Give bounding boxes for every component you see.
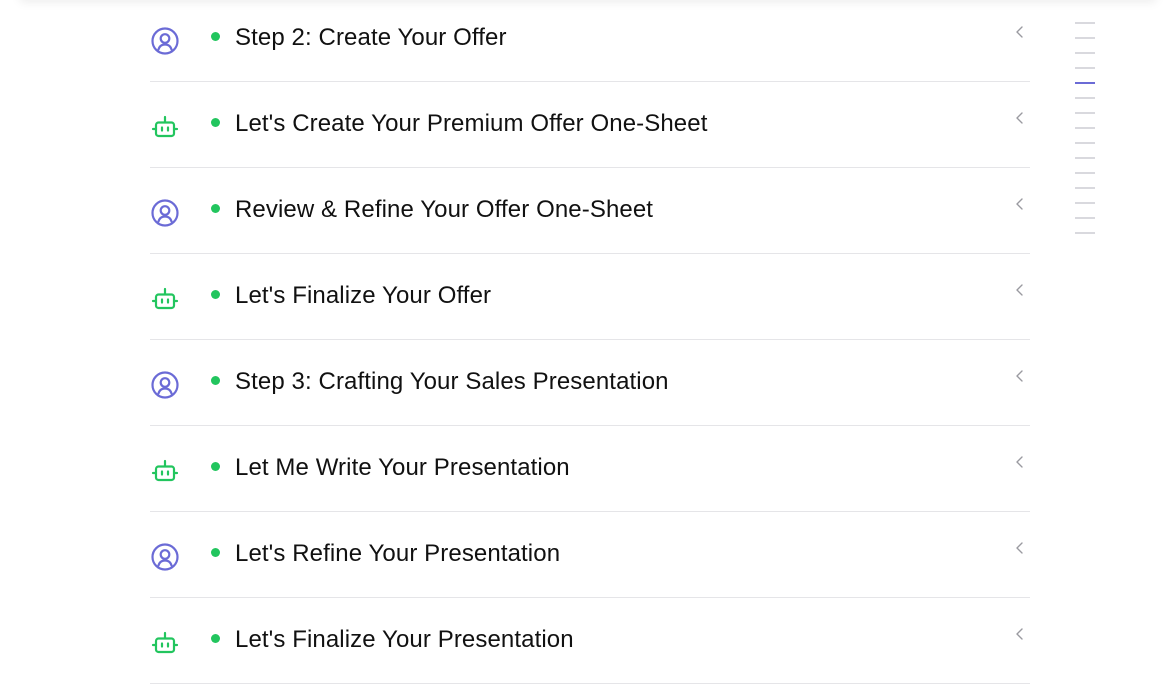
status-dot	[211, 118, 220, 127]
minimap-tick[interactable]	[1075, 157, 1095, 159]
step-row[interactable]: Let's Create Your Premium Offer One-Shee…	[150, 82, 1030, 168]
minimap-tick[interactable]	[1075, 232, 1095, 234]
minimap-tick-active[interactable]	[1075, 82, 1095, 84]
user-circle-icon	[150, 370, 180, 400]
minimap-tick[interactable]	[1075, 97, 1095, 99]
expand-chevron-icon[interactable]	[1012, 454, 1028, 470]
expand-chevron-icon[interactable]	[1012, 282, 1028, 298]
step-title: Let's Refine Your Presentation	[235, 540, 561, 567]
robot-icon	[150, 284, 180, 314]
minimap-tick[interactable]	[1075, 217, 1095, 219]
expand-chevron-icon[interactable]	[1012, 24, 1028, 40]
step-row[interactable]: Let's Refine Your Presentation	[150, 512, 1030, 598]
robot-icon	[150, 628, 180, 658]
expand-chevron-icon[interactable]	[1012, 626, 1028, 642]
status-dot	[211, 548, 220, 557]
minimap-tick[interactable]	[1075, 202, 1095, 204]
status-dot	[211, 290, 220, 299]
status-dot	[211, 32, 220, 41]
status-dot	[211, 462, 220, 471]
step-title: Let Me Write Your Presentation	[235, 454, 570, 481]
minimap-tick[interactable]	[1075, 37, 1095, 39]
minimap-tick[interactable]	[1075, 22, 1095, 24]
robot-icon	[150, 456, 180, 486]
expand-chevron-icon[interactable]	[1012, 368, 1028, 384]
minimap-tick[interactable]	[1075, 127, 1095, 129]
expand-chevron-icon[interactable]	[1012, 540, 1028, 556]
minimap-tick[interactable]	[1075, 142, 1095, 144]
status-dot	[211, 634, 220, 643]
step-row[interactable]: Let's Finalize Your Presentation	[150, 598, 1030, 684]
step-row[interactable]: Step 3: Crafting Your Sales Presentation	[150, 340, 1030, 426]
minimap-tick[interactable]	[1075, 172, 1095, 174]
step-title: Let's Create Your Premium Offer One-Shee…	[235, 110, 708, 137]
step-row[interactable]: Step 2: Create Your Offer	[150, 0, 1030, 82]
step-row[interactable]: Review & Refine Your Offer One-Sheet	[150, 168, 1030, 254]
robot-icon	[150, 112, 180, 142]
status-dot	[211, 376, 220, 385]
user-circle-icon	[150, 198, 180, 228]
minimap-tick[interactable]	[1075, 187, 1095, 189]
user-circle-icon	[150, 542, 180, 572]
minimap-tick[interactable]	[1075, 52, 1095, 54]
step-row[interactable]: Let Me Write Your Presentation	[150, 426, 1030, 512]
step-title: Review & Refine Your Offer One-Sheet	[235, 196, 654, 223]
expand-chevron-icon[interactable]	[1012, 110, 1028, 126]
step-title: Step 2: Create Your Offer	[235, 24, 507, 51]
step-title: Step 3: Crafting Your Sales Presentation	[235, 368, 669, 395]
step-row[interactable]: Let's Finalize Your Offer	[150, 254, 1030, 340]
user-circle-icon	[150, 26, 180, 56]
minimap-tick[interactable]	[1075, 67, 1095, 69]
minimap-tick[interactable]	[1075, 112, 1095, 114]
expand-chevron-icon[interactable]	[1012, 196, 1028, 212]
status-dot	[211, 204, 220, 213]
step-title: Let's Finalize Your Offer	[235, 282, 492, 309]
step-title: Let's Finalize Your Presentation	[235, 626, 574, 653]
